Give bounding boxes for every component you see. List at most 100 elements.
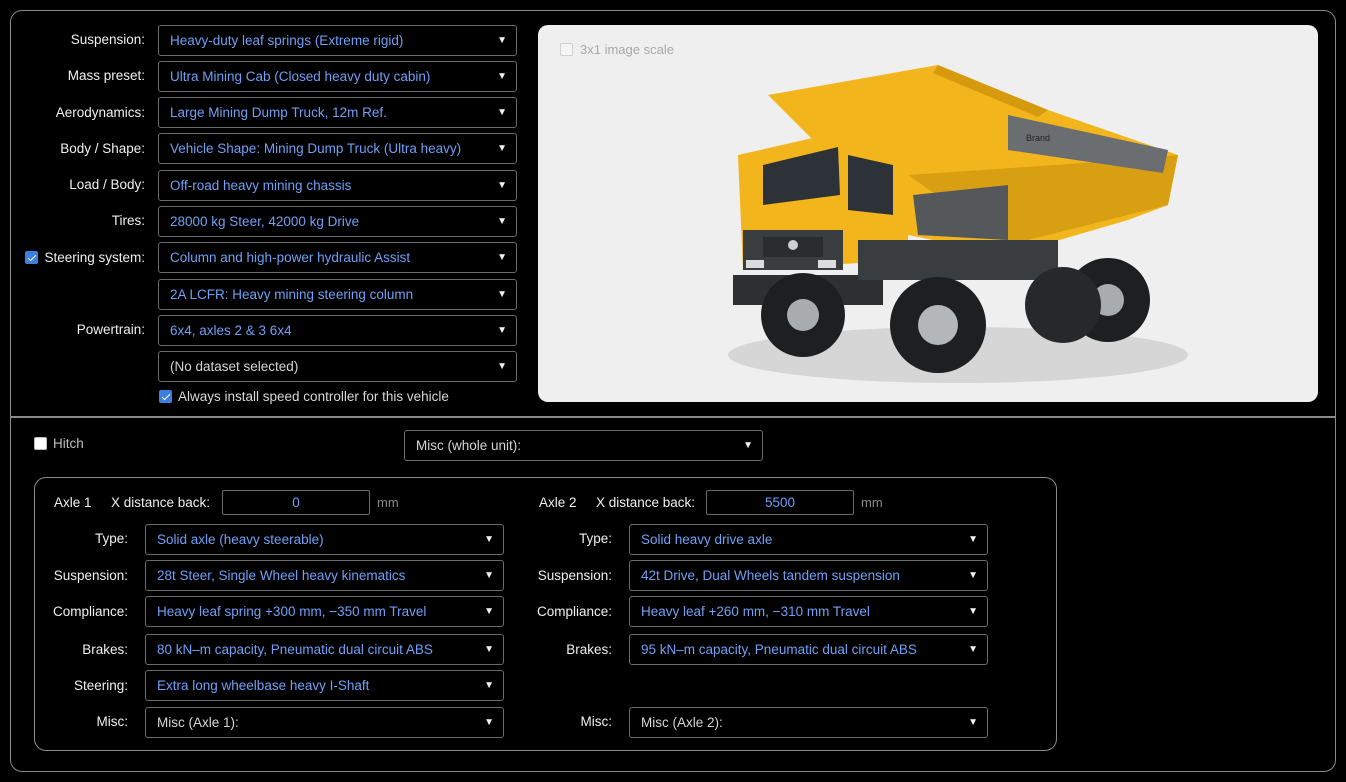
dropdown-arrow-icon: ▼: [484, 606, 494, 617]
tires-dropdown[interactable]: 28000 kg Steer, 42000 kg Drive ▼: [158, 206, 517, 237]
axle-1-x-label: X distance back:: [111, 495, 211, 510]
axle-2-brakes-label: Brakes:: [566, 642, 612, 657]
dropdown-arrow-icon: ▼: [497, 180, 507, 191]
powertrain-label: Powertrain:: [76, 322, 145, 337]
section-divider: [10, 416, 1336, 418]
hitch-label: Hitch: [53, 436, 84, 451]
axle-2-misc-dropdown[interactable]: Misc (Axle 2): ▼: [629, 707, 988, 738]
steering-system-value: Column and high-power hydraulic Assist: [170, 250, 411, 265]
axle-1-suspension-label: Suspension:: [53, 568, 128, 583]
axle-2-type-value: Solid heavy drive axle: [641, 532, 773, 547]
body-shape-label: Body / Shape:: [60, 141, 145, 156]
axle-1-compliance-value: Heavy leaf spring +300 mm, −350 mm Trave…: [157, 604, 427, 619]
misc-whole-unit-value: Misc (whole unit):: [416, 438, 522, 453]
dropdown-arrow-icon: ▼: [497, 35, 507, 46]
axle-1-steering-label: Steering:: [73, 678, 128, 693]
dropdown-arrow-icon: ▼: [497, 107, 507, 118]
suspension-label: Suspension:: [70, 32, 145, 47]
aerodynamics-value: Large Mining Dump Truck, 12m Ref.: [170, 105, 387, 120]
axle-2-misc-value: Misc (Axle 2):: [641, 715, 723, 730]
misc-whole-unit-dropdown[interactable]: Misc (whole unit): ▼: [404, 430, 763, 461]
axle-2-brakes-value: 95 kN–m capacity, Pneumatic dual circuit…: [641, 642, 917, 657]
axle-1-steering-value: Extra long wheelbase heavy I-Shaft: [157, 678, 370, 693]
dropdown-arrow-icon: ▼: [484, 680, 494, 691]
axle-1-brakes-dropdown[interactable]: 80 kN–m capacity, Pneumatic dual circuit…: [145, 634, 504, 665]
axle-1-type-label: Type:: [94, 531, 128, 546]
dropdown-arrow-icon: ▼: [743, 440, 753, 451]
load-body-label: Load / Body:: [69, 177, 145, 192]
axle-1-misc-value: Misc (Axle 1):: [157, 715, 239, 730]
axle-2-type-label: Type:: [578, 531, 612, 546]
steering-system-dropdown[interactable]: Column and high-power hydraulic Assist ▼: [158, 242, 517, 273]
axle-1-brakes-value: 80 kN–m capacity, Pneumatic dual circuit…: [157, 642, 433, 657]
axle-1-title: Axle 1: [54, 495, 92, 510]
tires-label: Tires:: [111, 213, 145, 228]
axle-2-misc-label: Misc:: [580, 714, 613, 729]
axle-2-x-input[interactable]: 5500: [706, 490, 854, 515]
dropdown-arrow-icon: ▼: [968, 644, 978, 655]
axle-2-compliance-dropdown[interactable]: Heavy leaf +260 mm, −310 mm Travel ▼: [629, 596, 988, 627]
axle-1-compliance-dropdown[interactable]: Heavy leaf spring +300 mm, −350 mm Trave…: [145, 596, 504, 627]
speed-controller-label: Always install speed controller for this…: [178, 389, 449, 404]
powertrain-dataset-dropdown[interactable]: (No dataset selected) ▼: [158, 351, 517, 382]
axle-2-brakes-dropdown[interactable]: 95 kN–m capacity, Pneumatic dual circuit…: [629, 634, 988, 665]
dropdown-arrow-icon: ▼: [497, 216, 507, 227]
mass-preset-dropdown[interactable]: Ultra Mining Cab (Closed heavy duty cabi…: [158, 61, 517, 92]
axle-2-compliance-value: Heavy leaf +260 mm, −310 mm Travel: [641, 604, 870, 619]
dropdown-arrow-icon: ▼: [484, 570, 494, 581]
dropdown-arrow-icon: ▼: [497, 143, 507, 154]
axle-2-unit: mm: [861, 495, 883, 510]
axle-1-suspension-dropdown[interactable]: 28t Steer, Single Wheel heavy kinematics…: [145, 560, 504, 591]
axle-2-x-label: X distance back:: [596, 495, 696, 510]
dropdown-arrow-icon: ▼: [497, 289, 507, 300]
truck-brand-text: Brand: [1026, 133, 1050, 143]
axle-1-misc-dropdown[interactable]: Misc (Axle 1): ▼: [145, 707, 504, 738]
steering-column-dropdown[interactable]: 2A LCFR: Heavy mining steering column ▼: [158, 279, 517, 310]
powertrain-value: 6x4, axles 2 & 3 6x4: [170, 323, 292, 338]
mining-dump-truck-image: Brand: [728, 65, 1188, 383]
image-scale-checkbox[interactable]: [560, 43, 573, 56]
aerodynamics-dropdown[interactable]: Large Mining Dump Truck, 12m Ref. ▼: [158, 97, 517, 128]
dropdown-arrow-icon: ▼: [968, 534, 978, 545]
image-scale-label: 3x1 image scale: [580, 42, 674, 57]
dropdown-arrow-icon: ▼: [497, 361, 507, 372]
axle-2-suspension-dropdown[interactable]: 42t Drive, Dual Wheels tandem suspension…: [629, 560, 988, 591]
load-body-value: Off-road heavy mining chassis: [170, 178, 352, 193]
axle-2-title: Axle 2: [539, 495, 577, 510]
tires-value: 28000 kg Steer, 42000 kg Drive: [170, 214, 360, 229]
powertrain-dropdown[interactable]: 6x4, axles 2 & 3 6x4 ▼: [158, 315, 517, 346]
axle-1-brakes-label: Brakes:: [82, 642, 128, 657]
suspension-dropdown[interactable]: Heavy-duty leaf springs (Extreme rigid) ▼: [158, 25, 517, 56]
axle-2-suspension-value: 42t Drive, Dual Wheels tandem suspension: [641, 568, 900, 583]
axle-2-compliance-label: Compliance:: [536, 604, 612, 619]
aerodynamics-label: Aerodynamics:: [55, 105, 145, 120]
axle-1-steering-dropdown[interactable]: Extra long wheelbase heavy I-Shaft ▼: [145, 670, 504, 701]
powertrain-dataset-value: (No dataset selected): [170, 359, 299, 374]
dropdown-arrow-icon: ▼: [968, 570, 978, 581]
axle-1-misc-label: Misc:: [96, 714, 129, 729]
steering-column-value: 2A LCFR: Heavy mining steering column: [170, 287, 414, 302]
dropdown-arrow-icon: ▼: [968, 717, 978, 728]
axle-2-type-dropdown[interactable]: Solid heavy drive axle ▼: [629, 524, 988, 555]
suspension-value: Heavy-duty leaf springs (Extreme rigid): [170, 33, 404, 48]
axle-2-suspension-label: Suspension:: [537, 568, 612, 583]
body-shape-dropdown[interactable]: Vehicle Shape: Mining Dump Truck (Ultra …: [158, 133, 517, 164]
dropdown-arrow-icon: ▼: [497, 71, 507, 82]
axle-1-x-input[interactable]: 0: [222, 490, 370, 515]
steering-system-label: Steering system:: [44, 250, 145, 265]
speed-controller-checkbox[interactable]: [159, 390, 172, 403]
dropdown-arrow-icon: ▼: [968, 606, 978, 617]
axle-1-compliance-label: Compliance:: [52, 604, 128, 619]
mass-preset-value: Ultra Mining Cab (Closed heavy duty cabi…: [170, 69, 431, 84]
dropdown-arrow-icon: ▼: [497, 325, 507, 336]
hitch-checkbox[interactable]: [34, 437, 47, 450]
steering-system-checkbox[interactable]: [25, 251, 38, 264]
dropdown-arrow-icon: ▼: [497, 252, 507, 263]
dropdown-arrow-icon: ▼: [484, 534, 494, 545]
body-shape-value: Vehicle Shape: Mining Dump Truck (Ultra …: [170, 141, 462, 156]
axle-1-type-dropdown[interactable]: Solid axle (heavy steerable) ▼: [145, 524, 504, 555]
dropdown-arrow-icon: ▼: [484, 644, 494, 655]
dropdown-arrow-icon: ▼: [484, 717, 494, 728]
load-body-dropdown[interactable]: Off-road heavy mining chassis ▼: [158, 170, 517, 201]
mass-preset-label: Mass preset:: [67, 68, 145, 83]
